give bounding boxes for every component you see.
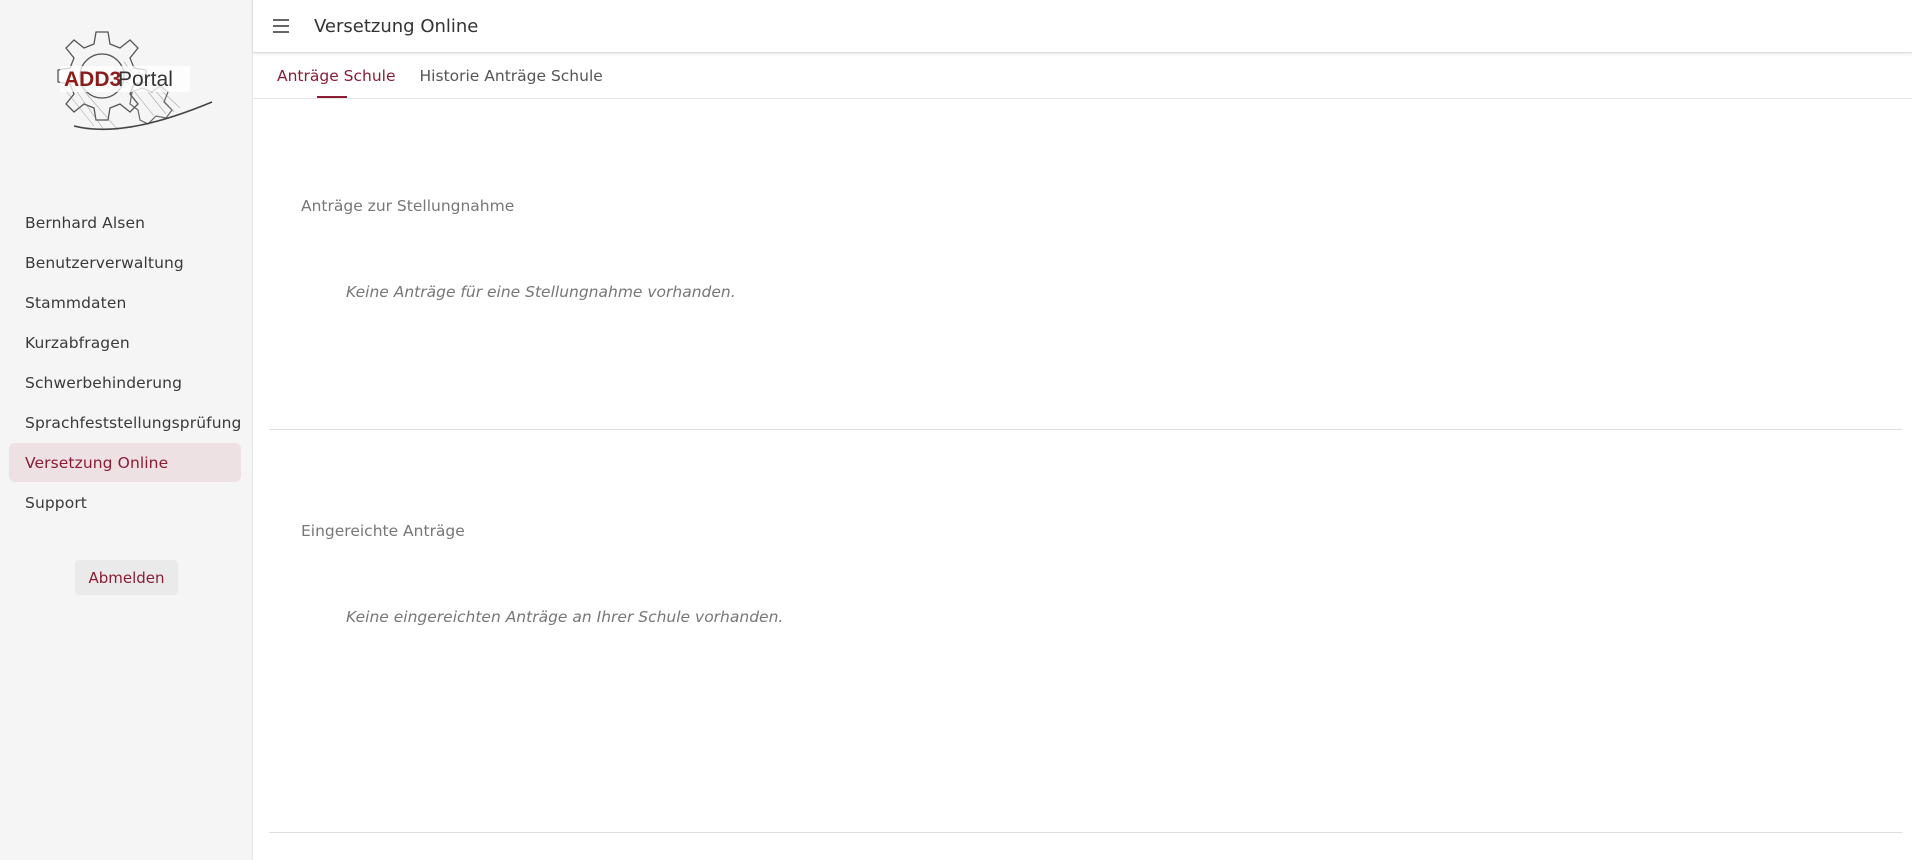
tab-label: Anträge Schule bbox=[277, 66, 396, 85]
add3portal-logo[interactable]: ADD3 Portal bbox=[34, 26, 214, 146]
sidebar-item-sprachfeststellungspruefung[interactable]: Sprachfeststellungsprüfung bbox=[9, 403, 241, 442]
app-root: ADD3 Portal Bernhard Alsen Benutzerverwa… bbox=[0, 0, 1912, 860]
sidebar-nav: Bernhard Alsen Benutzerverwaltung Stammd… bbox=[9, 203, 241, 523]
sidebar-item-user[interactable]: Bernhard Alsen bbox=[9, 203, 241, 242]
tab-antraege-schule[interactable]: Anträge Schule bbox=[277, 53, 396, 98]
logout-container: Abmelden bbox=[0, 560, 253, 595]
sidebar-item-benutzerverwaltung[interactable]: Benutzerverwaltung bbox=[9, 243, 241, 282]
section-antraege-stellungnahme: Anträge zur Stellungnahme Keine Anträge … bbox=[269, 100, 1902, 430]
top-bar: Versetzung Online bbox=[253, 0, 1912, 53]
sidebar-item-support[interactable]: Support bbox=[9, 483, 241, 522]
active-tab-indicator bbox=[317, 96, 347, 98]
empty-state-text: Keine Anträge für eine Stellungnahme vor… bbox=[346, 283, 736, 301]
section-title: Anträge zur Stellungnahme bbox=[301, 197, 515, 215]
tab-label: Historie Anträge Schule bbox=[419, 66, 603, 85]
logout-button[interactable]: Abmelden bbox=[75, 560, 178, 595]
page-title: Versetzung Online bbox=[314, 15, 479, 37]
gear-logo-icon: ADD3 Portal bbox=[57, 31, 213, 131]
svg-text:Portal: Portal bbox=[118, 68, 173, 91]
sidebar: ADD3 Portal Bernhard Alsen Benutzerverwa… bbox=[0, 0, 253, 860]
sidebar-item-schwerbehinderung[interactable]: Schwerbehinderung bbox=[9, 363, 241, 402]
sidebar-item-kurzabfragen[interactable]: Kurzabfragen bbox=[9, 323, 241, 362]
hamburger-menu-icon[interactable] bbox=[273, 16, 295, 36]
section-eingereichte-antraege: Eingereichte Anträge Keine eingereichten… bbox=[269, 430, 1902, 833]
empty-state-text: Keine eingereichten Anträge an Ihrer Sch… bbox=[346, 608, 784, 626]
svg-text:ADD3: ADD3 bbox=[64, 68, 121, 91]
sidebar-item-stammdaten[interactable]: Stammdaten bbox=[9, 283, 241, 322]
sidebar-item-versetzung-online[interactable]: Versetzung Online bbox=[9, 443, 241, 482]
tab-historie-antraege-schule[interactable]: Historie Anträge Schule bbox=[420, 53, 603, 98]
section-title: Eingereichte Anträge bbox=[301, 522, 465, 540]
main-content: Versetzung Online Anträge Schule Histori… bbox=[253, 0, 1912, 860]
tab-bar: Anträge Schule Historie Anträge Schule bbox=[253, 54, 1912, 99]
